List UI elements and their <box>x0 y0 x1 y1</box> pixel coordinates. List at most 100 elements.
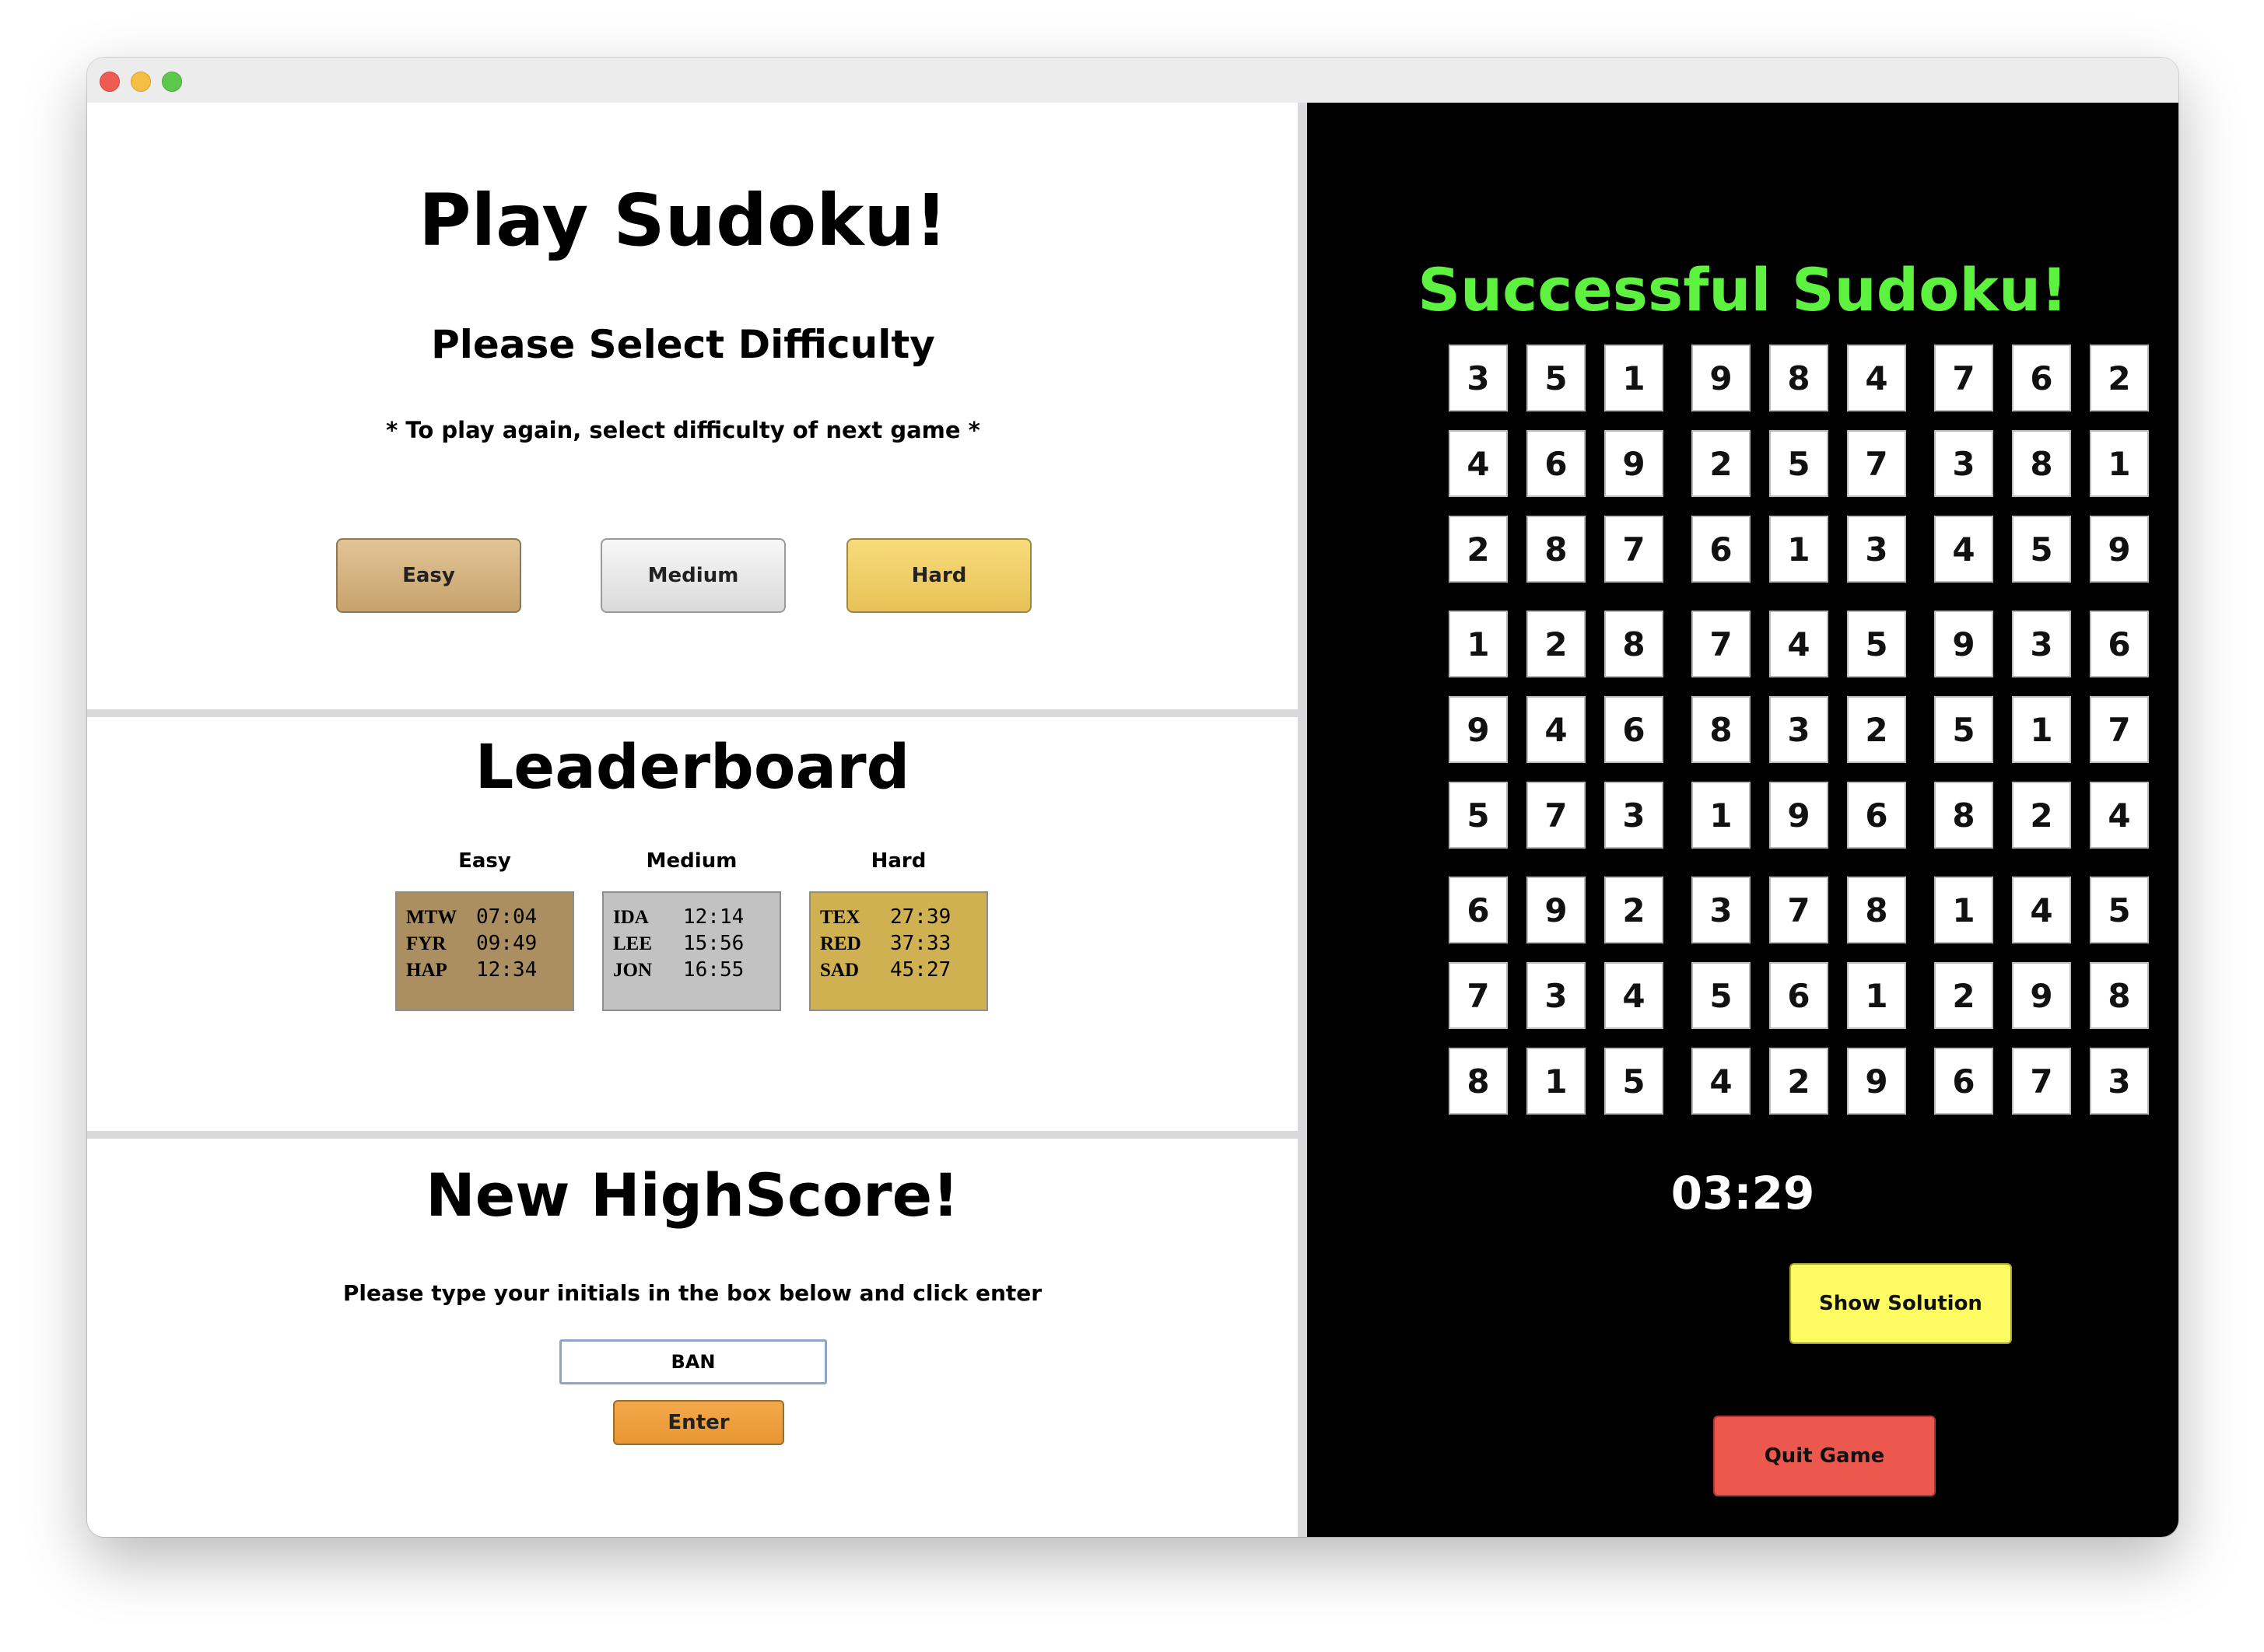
sudoku-cell[interactable]: 3 <box>1847 516 1906 583</box>
sudoku-cell[interactable]: 8 <box>1691 696 1751 763</box>
sudoku-cell[interactable]: 8 <box>2090 962 2149 1029</box>
sudoku-cell[interactable]: 7 <box>1449 962 1508 1029</box>
sudoku-cell[interactable]: 9 <box>1691 345 1751 411</box>
sudoku-cell[interactable]: 7 <box>2012 1048 2071 1115</box>
sudoku-cell[interactable]: 8 <box>1769 345 1828 411</box>
minimize-icon[interactable] <box>131 72 151 92</box>
sudoku-cell[interactable]: 8 <box>1449 1048 1508 1115</box>
sudoku-cell[interactable]: 5 <box>2090 877 2149 943</box>
hard-button[interactable]: Hard <box>846 538 1032 613</box>
entry-time: 37:33 <box>890 932 952 955</box>
sudoku-cell[interactable]: 9 <box>1769 782 1828 849</box>
sudoku-cell[interactable]: 8 <box>1847 877 1906 943</box>
sudoku-cell[interactable]: 6 <box>2012 345 2071 411</box>
sudoku-cell[interactable]: 9 <box>1934 611 1993 677</box>
sudoku-cell[interactable]: 9 <box>2012 962 2071 1029</box>
sudoku-cell[interactable]: 7 <box>1526 782 1586 849</box>
highscore-title: New HighScore! <box>426 1160 959 1230</box>
sudoku-cell[interactable]: 6 <box>1526 430 1586 497</box>
leaderboard-hard-list: TEX 27:39 RED 37:33 SAD 45:27 <box>809 891 988 1011</box>
sudoku-cell[interactable]: 5 <box>1449 782 1508 849</box>
sudoku-cell[interactable]: 2 <box>1769 1048 1828 1115</box>
sudoku-cell[interactable]: 6 <box>2090 611 2149 677</box>
sudoku-cell[interactable]: 1 <box>1449 611 1508 677</box>
leaderboard-easy-list: MTW 07:04 FYR 09:49 HAP 12:34 <box>395 891 574 1011</box>
sudoku-cell[interactable]: 8 <box>1526 516 1586 583</box>
sudoku-cell[interactable]: 3 <box>1934 430 1993 497</box>
sudoku-cell[interactable]: 5 <box>1847 611 1906 677</box>
sudoku-cell[interactable]: 6 <box>1604 696 1663 763</box>
sudoku-cell[interactable]: 7 <box>1604 516 1663 583</box>
leaderboard-entry: HAP 12:34 <box>406 957 573 983</box>
sudoku-cell[interactable]: 3 <box>1604 782 1663 849</box>
sudoku-cell[interactable]: 2 <box>1847 696 1906 763</box>
sudoku-cell[interactable]: 5 <box>1769 430 1828 497</box>
sudoku-cell[interactable]: 4 <box>1847 345 1906 411</box>
sudoku-cell[interactable]: 1 <box>1604 345 1663 411</box>
sudoku-cell[interactable]: 1 <box>1526 1048 1586 1115</box>
sudoku-cell[interactable]: 6 <box>1449 877 1508 943</box>
sudoku-cell[interactable]: 1 <box>2090 430 2149 497</box>
sudoku-cell[interactable]: 4 <box>2090 782 2149 849</box>
sudoku-cell[interactable]: 2 <box>2012 782 2071 849</box>
sudoku-cell[interactable]: 9 <box>1847 1048 1906 1115</box>
sudoku-cell[interactable]: 4 <box>1449 430 1508 497</box>
entry-time: 16:55 <box>683 958 745 982</box>
initials-input[interactable] <box>559 1339 827 1384</box>
sudoku-cell[interactable]: 7 <box>1934 345 1993 411</box>
sudoku-cell[interactable]: 3 <box>1449 345 1508 411</box>
sudoku-cell[interactable]: 9 <box>1526 877 1586 943</box>
sudoku-cell[interactable]: 6 <box>1769 962 1828 1029</box>
sudoku-cell[interactable]: 5 <box>1526 345 1586 411</box>
sudoku-cell[interactable]: 5 <box>2012 516 2071 583</box>
sudoku-cell[interactable]: 1 <box>1769 516 1828 583</box>
sudoku-cell[interactable]: 2 <box>1604 877 1663 943</box>
sudoku-cell[interactable]: 6 <box>1934 1048 1993 1115</box>
sudoku-cell[interactable]: 7 <box>1691 611 1751 677</box>
sudoku-cell[interactable]: 5 <box>1691 962 1751 1029</box>
sudoku-cell[interactable]: 9 <box>1604 430 1663 497</box>
sudoku-cell[interactable]: 2 <box>1691 430 1751 497</box>
sudoku-cell[interactable]: 2 <box>1449 516 1508 583</box>
sudoku-cell[interactable]: 1 <box>2012 696 2071 763</box>
entry-initials: SAD <box>820 960 860 981</box>
sudoku-cell[interactable]: 5 <box>1934 696 1993 763</box>
sudoku-cell[interactable]: 3 <box>1526 962 1586 1029</box>
sudoku-cell[interactable]: 1 <box>1691 782 1751 849</box>
sudoku-cell[interactable]: 4 <box>1769 611 1828 677</box>
close-icon[interactable] <box>100 72 120 92</box>
sudoku-cell[interactable]: 7 <box>1847 430 1906 497</box>
sudoku-cell[interactable]: 9 <box>1449 696 1508 763</box>
show-solution-button[interactable]: Show Solution <box>1789 1263 2012 1344</box>
sudoku-cell[interactable]: 2 <box>1526 611 1586 677</box>
sudoku-cell[interactable]: 4 <box>1526 696 1586 763</box>
leaderboard-easy-title: Easy <box>458 849 511 873</box>
sudoku-cell[interactable]: 6 <box>1847 782 1906 849</box>
sudoku-cell[interactable]: 4 <box>1691 1048 1751 1115</box>
entry-initials: FYR <box>406 933 447 954</box>
sudoku-cell[interactable]: 8 <box>1604 611 1663 677</box>
sudoku-cell[interactable]: 3 <box>1769 696 1828 763</box>
sudoku-cell[interactable]: 8 <box>1934 782 1993 849</box>
sudoku-cell[interactable]: 5 <box>1604 1048 1663 1115</box>
enter-button[interactable]: Enter <box>613 1400 784 1445</box>
sudoku-cell[interactable]: 4 <box>2012 877 2071 943</box>
sudoku-cell[interactable]: 3 <box>1691 877 1751 943</box>
sudoku-cell[interactable]: 4 <box>1934 516 1993 583</box>
sudoku-cell[interactable]: 3 <box>2012 611 2071 677</box>
easy-button[interactable]: Easy <box>336 538 521 613</box>
sudoku-cell[interactable]: 7 <box>1769 877 1828 943</box>
sudoku-cell[interactable]: 6 <box>1691 516 1751 583</box>
sudoku-cell[interactable]: 3 <box>2090 1048 2149 1115</box>
sudoku-cell[interactable]: 4 <box>1604 962 1663 1029</box>
sudoku-cell[interactable]: 2 <box>2090 345 2149 411</box>
sudoku-cell[interactable]: 7 <box>2090 696 2149 763</box>
sudoku-cell[interactable]: 1 <box>1847 962 1906 1029</box>
sudoku-cell[interactable]: 9 <box>2090 516 2149 583</box>
medium-button[interactable]: Medium <box>601 538 786 613</box>
sudoku-cell[interactable]: 8 <box>2012 430 2071 497</box>
maximize-icon[interactable] <box>162 72 182 92</box>
sudoku-cell[interactable]: 2 <box>1934 962 1993 1029</box>
quit-game-button[interactable]: Quit Game <box>1713 1416 1936 1496</box>
sudoku-cell[interactable]: 1 <box>1934 877 1993 943</box>
